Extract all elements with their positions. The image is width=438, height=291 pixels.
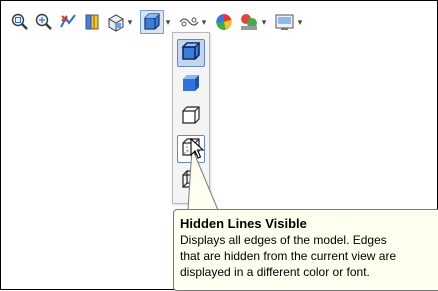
- mouse-cursor-icon: [190, 137, 206, 165]
- tooltip-line: displayed in a different color or font.: [180, 265, 370, 279]
- tooltip-line: Displays all edges of the model. Edges: [180, 233, 387, 247]
- tooltip-title: Hidden Lines Visible: [180, 216, 307, 231]
- tooltip-line: that are hidden from the current view ar…: [180, 249, 397, 263]
- tooltip-hidden-lines-visible: Hidden Lines Visible Displays all edges …: [173, 209, 438, 291]
